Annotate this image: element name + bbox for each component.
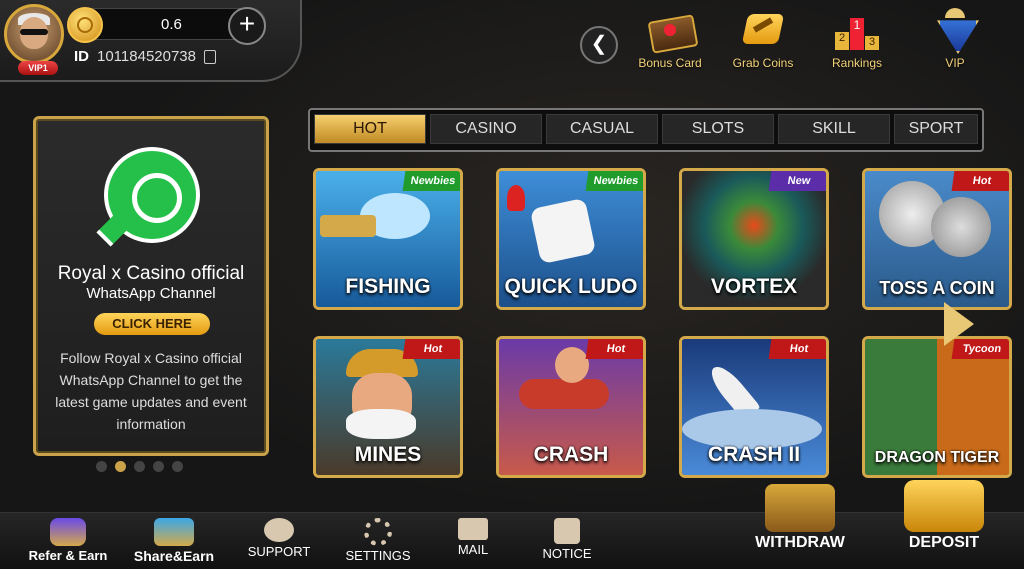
tab-skill[interactable]: SKILL — [778, 114, 890, 144]
game-name: DRAGON TIGER — [874, 449, 1000, 466]
game-tile-vortex[interactable]: New VORTEX — [679, 168, 829, 310]
carousel-dot[interactable] — [172, 461, 183, 472]
vip-button[interactable]: VIP — [912, 8, 998, 74]
deposit-button[interactable]: DEPOSIT — [894, 480, 994, 552]
support-icon — [264, 518, 294, 542]
badge: Newbies — [585, 171, 643, 191]
click-here-button[interactable]: CLICK HERE — [94, 313, 210, 335]
tab-casual[interactable]: CASUAL — [546, 114, 658, 144]
vip-badge: VIP1 — [18, 61, 58, 75]
vip-label: VIP — [945, 56, 965, 70]
tab-sport[interactable]: SPORT — [894, 114, 978, 144]
game-tile-quick-ludo[interactable]: Newbies QUICK LUDO — [496, 168, 646, 310]
carousel-dot[interactable] — [134, 461, 145, 472]
rankings-icon: 2 1 3 — [833, 8, 881, 52]
settings-button[interactable]: SETTINGS — [338, 518, 418, 563]
share-icon — [154, 518, 194, 546]
carousel-dot-active[interactable] — [115, 461, 126, 472]
refer-earn-button[interactable]: Refer & Earn — [20, 518, 116, 563]
game-tile-crash[interactable]: Hot CRASH — [496, 336, 646, 478]
grab-coins-label: Grab Coins — [732, 56, 794, 70]
refer-icon — [50, 518, 86, 546]
game-tile-fishing[interactable]: Newbies FISHING — [313, 168, 463, 310]
badge: Newbies — [402, 171, 460, 191]
mail-label: MAIL — [457, 542, 489, 557]
badge: New — [768, 171, 826, 191]
carousel-dot[interactable] — [96, 461, 107, 472]
settings-icon — [364, 518, 392, 546]
tab-hot[interactable]: HOT — [314, 114, 426, 144]
game-tile-dragon-tiger[interactable]: Tycoon DRAGON TIGER — [862, 336, 1012, 478]
mail-button[interactable]: MAIL — [446, 518, 500, 557]
rankings-button[interactable]: 2 1 3 Rankings — [814, 8, 900, 74]
grab-coins-icon — [739, 8, 787, 52]
notice-button[interactable]: NOTICE — [536, 518, 598, 561]
notice-icon — [554, 518, 580, 544]
support-button[interactable]: SUPPORT — [244, 518, 314, 559]
game-name: MINES — [354, 443, 422, 466]
notice-label: NOTICE — [542, 546, 592, 561]
bonus-card-label: Bonus Card — [638, 56, 702, 70]
category-tabs: HOT CASINO CASUAL SLOTS SKILL SPORT — [308, 108, 984, 152]
game-name: CRASH — [533, 443, 609, 466]
tab-casino[interactable]: CASINO — [430, 114, 542, 144]
profile-bar: VIP1 0.6 + ID 101184520738 — [0, 0, 302, 82]
game-name: QUICK LUDO — [504, 275, 638, 298]
coin-icon — [67, 7, 103, 43]
mail-icon — [458, 518, 488, 540]
game-name: VORTEX — [710, 275, 798, 298]
settings-label: SETTINGS — [345, 548, 411, 563]
game-tile-toss-a-coin[interactable]: Hot TOSS A COIN — [862, 168, 1012, 310]
refer-earn-label: Refer & Earn — [28, 548, 108, 563]
avatar[interactable]: VIP1 — [4, 4, 64, 75]
game-name: TOSS A COIN — [879, 278, 995, 298]
withdraw-button[interactable]: WITHDRAW — [748, 484, 852, 552]
user-id-row: ID 101184520738 — [74, 48, 216, 65]
promo-title: Royal x Casino official — [57, 263, 245, 284]
deposit-icon — [904, 480, 984, 532]
carousel-dots — [96, 459, 191, 477]
id-value: 101184520738 — [97, 48, 196, 65]
tab-slots[interactable]: SLOTS — [662, 114, 774, 144]
bonus-card-button[interactable]: Bonus Card — [627, 8, 713, 74]
back-button[interactable]: ❮ — [580, 26, 618, 64]
game-name: CRASH II — [707, 443, 801, 466]
vip-icon — [931, 8, 979, 54]
bonus-card-icon — [646, 8, 699, 54]
withdraw-icon — [765, 484, 835, 532]
share-earn-label: Share&Earn — [133, 548, 215, 564]
rankings-label: Rankings — [831, 56, 883, 70]
promo-subtitle: WhatsApp Channel — [86, 285, 216, 302]
promo-description: Follow Royal x Casino official WhatsApp … — [55, 350, 247, 432]
whatsapp-icon — [96, 147, 200, 247]
game-name: FISHING — [345, 275, 431, 298]
carousel-dot[interactable] — [153, 461, 164, 472]
deposit-label: DEPOSIT — [908, 534, 980, 551]
avatar-glasses — [20, 29, 48, 35]
badge: Hot — [585, 339, 643, 359]
balance-value: 0.6 — [161, 16, 182, 33]
whatsapp-promo-card[interactable]: Royal x Casino official WhatsApp Channel… — [33, 116, 269, 456]
grab-coins-button[interactable]: Grab Coins — [720, 8, 806, 74]
badge: Hot — [402, 339, 460, 359]
id-label: ID — [74, 48, 89, 65]
support-label: SUPPORT — [247, 544, 311, 559]
scroll-right-arrow-icon[interactable] — [944, 302, 974, 346]
game-tile-mines[interactable]: Hot MINES — [313, 336, 463, 478]
game-tile-crash-ii[interactable]: Hot CRASH II — [679, 336, 829, 478]
share-earn-button[interactable]: Share&Earn — [124, 518, 224, 564]
badge: Hot — [951, 171, 1009, 191]
copy-icon[interactable] — [204, 50, 216, 65]
badge: Hot — [768, 339, 826, 359]
add-funds-button[interactable]: + — [228, 7, 266, 45]
withdraw-label: WITHDRAW — [755, 534, 845, 551]
